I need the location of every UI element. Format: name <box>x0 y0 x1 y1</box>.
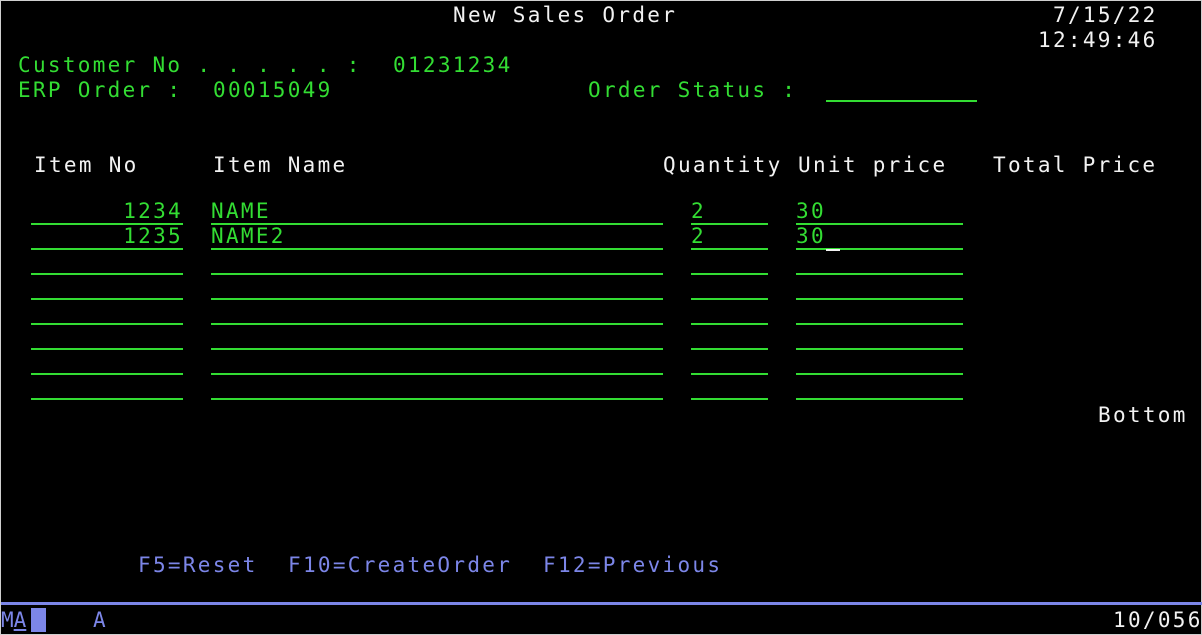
item-no-field[interactable] <box>31 375 183 400</box>
unit-price-field[interactable] <box>796 250 963 275</box>
unit-price-field[interactable]: 30 <box>796 200 963 225</box>
column-header-item-no: Item No <box>34 153 139 177</box>
item-no-field[interactable] <box>31 275 183 300</box>
order-status-field[interactable] <box>826 77 977 102</box>
fkey-f10-create-order[interactable]: F10=CreateOrder <box>288 553 512 578</box>
column-header-unit-price: Unit price <box>798 153 948 177</box>
quantity-field[interactable] <box>691 325 768 350</box>
item-name-field[interactable] <box>211 350 663 375</box>
item-no-field[interactable] <box>31 350 183 375</box>
fkey-f5-reset[interactable]: F5=Reset <box>138 553 258 578</box>
status-line-divider <box>1 602 1202 605</box>
terminal-screen: New Sales Order 7/15/22 12:49:46 Custome… <box>0 0 1202 635</box>
item-name-field[interactable] <box>211 375 663 400</box>
quantity-field[interactable]: 2 <box>691 225 768 250</box>
oia-mode-a: A <box>13 608 27 632</box>
unit-price-field[interactable] <box>796 300 963 325</box>
column-header-item-name: Item Name <box>213 153 348 177</box>
oia-mode-indicator: MA <box>1 608 26 633</box>
quantity-field[interactable] <box>691 350 768 375</box>
unit-price-field[interactable] <box>796 275 963 300</box>
item-name-field[interactable]: NAME <box>211 200 663 225</box>
item-name-field[interactable] <box>211 325 663 350</box>
cursor-position: 10/056 <box>1113 608 1202 632</box>
quantity-field[interactable] <box>691 300 768 325</box>
quantity-field[interactable] <box>691 275 768 300</box>
item-no-field[interactable]: 1234 <box>31 200 183 225</box>
item-name-field[interactable] <box>211 300 663 325</box>
item-no-field[interactable] <box>31 250 183 275</box>
item-name-field[interactable] <box>211 250 663 275</box>
oia-mode-m: M <box>1 608 14 632</box>
item-name-field[interactable]: NAME2 <box>211 225 663 250</box>
order-status-label: Order Status : <box>588 78 798 102</box>
oia-keyboard-block <box>31 608 46 632</box>
unit-price-field[interactable] <box>796 375 963 400</box>
item-name-field[interactable] <box>211 275 663 300</box>
system-date: 7/15/22 <box>1053 3 1158 27</box>
column-header-total-price: Total Price <box>993 153 1158 177</box>
customer-no-value: 01231234 <box>393 53 513 77</box>
quantity-field[interactable]: 2 <box>691 200 768 225</box>
customer-no-label: Customer No . . . . . : <box>18 53 362 77</box>
item-no-field[interactable]: 1235 <box>31 225 183 250</box>
system-time: 12:49:46 <box>1038 28 1158 52</box>
quantity-field[interactable] <box>691 375 768 400</box>
unit-price-field[interactable]: 30 <box>796 225 963 251</box>
column-header-quantity: Quantity <box>663 153 783 177</box>
oia-input-indicator: A <box>93 608 108 632</box>
erp-order-label: ERP Order : <box>18 78 183 102</box>
fkey-f12-previous[interactable]: F12=Previous <box>543 553 722 578</box>
quantity-field[interactable] <box>691 250 768 275</box>
scroll-indicator: Bottom <box>1098 403 1188 427</box>
unit-price-field[interactable] <box>796 350 963 375</box>
unit-price-field[interactable] <box>796 325 963 350</box>
erp-order-value: 00015049 <box>213 78 333 102</box>
screen-title: New Sales Order <box>453 3 678 27</box>
item-no-field[interactable] <box>31 325 183 350</box>
item-no-field[interactable] <box>31 300 183 325</box>
